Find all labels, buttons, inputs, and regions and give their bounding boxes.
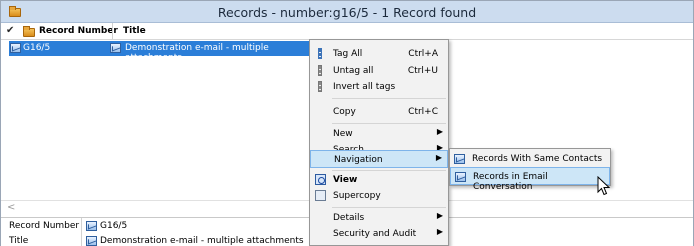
menu-item-tag-all[interactable]: Tag All Ctrl+A	[310, 45, 448, 63]
view-icon	[315, 174, 326, 185]
check-column-icon[interactable]: ✔	[6, 25, 14, 36]
menu-label: Supercopy	[333, 191, 381, 201]
submenu-label: Records With Same Contacts	[472, 154, 603, 164]
folder-column-icon	[23, 26, 35, 37]
submenu-item-records-in-email-conversation[interactable]: Records in Email Conversation	[450, 167, 610, 192]
menu-separator	[332, 207, 446, 208]
email-record-icon	[10, 43, 21, 53]
menu-label: Details	[333, 213, 365, 223]
navigation-submenu: Records With Same Contacts Records in Em…	[449, 148, 611, 192]
supercopy-icon	[315, 190, 326, 201]
menu-label: Navigation	[334, 155, 383, 165]
details-record-number-value: G16/5	[100, 221, 128, 231]
menu-shortcut: Ctrl+A	[408, 49, 438, 59]
menu-label: View	[333, 175, 358, 185]
window-title: Records - number:g16/5 - 1 Record found	[217, 5, 477, 20]
title-bar: Records - number:g16/5 - 1 Record found	[1, 1, 693, 23]
menu-item-invert-all-tags[interactable]: Invert all tags	[310, 78, 448, 96]
menu-shortcut: Ctrl+C	[408, 107, 438, 117]
menu-label: New	[333, 129, 353, 139]
column-divider[interactable]	[112, 23, 113, 39]
email-record-icon	[110, 43, 121, 53]
cell-title: Demonstration e-mail - multiple attachme…	[125, 43, 269, 63]
menu-label: Security and Audit	[333, 229, 417, 239]
menu-label: Invert all tags	[333, 82, 396, 92]
details-title-value: Demonstration e-mail - multiple attachme…	[100, 236, 304, 246]
menu-label: Untag all	[333, 66, 374, 76]
submenu-arrow-icon: ▶	[436, 127, 443, 136]
column-header-row: ✔ Record Number Title	[1, 23, 693, 40]
menu-label: Tag All	[333, 49, 363, 59]
submenu-arrow-icon: ▶	[436, 211, 443, 220]
menu-label: Copy	[333, 107, 356, 117]
mouse-cursor-icon	[597, 176, 611, 196]
email-record-icon	[86, 236, 97, 246]
menu-item-copy[interactable]: Copy Ctrl+C	[310, 103, 448, 121]
invert-tags-icon	[318, 81, 322, 92]
context-menu: Tag All Ctrl+A Untag all Ctrl+U Invert a…	[309, 39, 449, 246]
column-header-record-number[interactable]: Record Number	[39, 26, 118, 36]
details-title-label: Title	[9, 236, 29, 246]
details-divider	[81, 218, 82, 246]
cell-record-number: G16/5	[23, 43, 51, 53]
column-header-title[interactable]: Title	[123, 26, 146, 36]
untag-icon	[318, 65, 322, 76]
scroll-left-arrow[interactable]: <	[7, 202, 15, 213]
menu-item-supercopy[interactable]: Supercopy	[310, 187, 448, 205]
table-row[interactable]: G16/5 Demonstration e-mail - multiple at…	[9, 41, 311, 63]
menu-item-security-and-audit[interactable]: Security and Audit ▶	[310, 225, 448, 243]
contacts-records-icon	[454, 154, 465, 164]
menu-separator	[332, 98, 446, 99]
menu-item-navigation[interactable]: Navigation ▶	[310, 150, 448, 168]
details-record-number-label: Record Number	[9, 221, 80, 231]
submenu-arrow-icon: ▶	[436, 227, 443, 236]
submenu-item-records-with-same-contacts[interactable]: Records With Same Contacts	[450, 150, 610, 168]
menu-shortcut: Ctrl+U	[407, 66, 438, 76]
submenu-arrow-icon: ▶	[435, 153, 442, 162]
email-record-icon	[86, 221, 97, 231]
email-conversation-icon	[455, 172, 466, 182]
submenu-label: Records in Email Conversation	[473, 172, 548, 192]
menu-separator	[332, 123, 446, 124]
tag-icon	[318, 48, 322, 59]
